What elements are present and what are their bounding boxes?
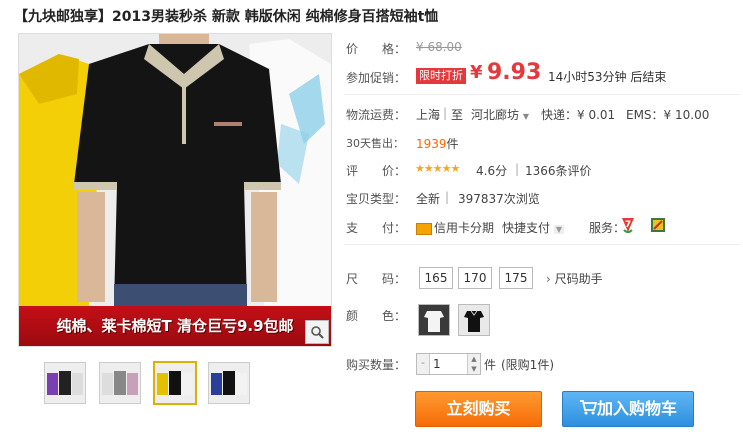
- express-fee: 快递：¥ 0.01: [541, 108, 616, 122]
- quantity-input[interactable]: 1: [430, 354, 472, 374]
- size-label: 尺 码：: [346, 272, 407, 286]
- svg-text:7: 7: [625, 220, 631, 230]
- product-photo: [19, 34, 331, 346]
- original-price: ¥ 68.00: [416, 40, 462, 54]
- quick-pay-text: 快捷支付: [502, 221, 551, 235]
- size-helper-text: 尺码助手: [554, 272, 603, 286]
- chevron-right-icon: ›: [546, 272, 551, 286]
- chevron-down-icon: ▼: [553, 225, 564, 234]
- promo-badge: 限时打折: [416, 68, 466, 84]
- ship-divider: |: [443, 106, 448, 120]
- item-type: 全新: [416, 192, 441, 206]
- rating-divider: |: [515, 162, 520, 176]
- countdown-text: 14小时53分钟 后结束: [548, 70, 667, 84]
- rating-stars: ★★★★★: [415, 162, 460, 175]
- promo-label: 参加促销：: [346, 71, 407, 85]
- size-option-175[interactable]: 175: [499, 267, 533, 289]
- promo-banner: 纯棉、莱卡棉短T 清仓巨亏9.9包邮: [19, 306, 331, 346]
- color-option-black[interactable]: [458, 304, 490, 336]
- buy-now-button[interactable]: 立刻购买: [415, 391, 542, 427]
- quantity-decrease-button[interactable]: -: [417, 354, 430, 374]
- quantity-label: 购买数量：: [346, 358, 407, 372]
- price-label: 价 格：: [346, 42, 407, 56]
- thumbnail-1[interactable]: [44, 362, 86, 404]
- quantity-stepper: - 1 ▲ ▼: [416, 353, 481, 375]
- quantity-limit: (限购1件): [501, 358, 554, 372]
- ems-fee: EMS：¥ 10.00: [626, 108, 710, 122]
- cart-icon: [579, 393, 598, 427]
- promo-price: 9.93: [487, 60, 542, 85]
- add-to-cart-label: 加入购物车: [596, 399, 677, 418]
- ship-from: 上海: [416, 108, 441, 122]
- credit-installment[interactable]: 信用卡分期: [416, 219, 494, 236]
- quantity-increase-button[interactable]: ▲ ▼: [467, 354, 480, 374]
- ship-to-prefix: 至: [451, 108, 464, 122]
- payment-label: 支 付：: [346, 221, 407, 235]
- size-option-170[interactable]: 170: [458, 267, 492, 289]
- type-label: 宝贝类型：: [346, 192, 407, 206]
- sold-count: 1939: [416, 137, 447, 151]
- quantity-unit: 件: [484, 358, 497, 372]
- guarantee-icon[interactable]: [651, 218, 665, 235]
- rating-label: 评 价：: [346, 164, 407, 178]
- shipping-label: 物流运费：: [346, 108, 407, 122]
- main-product-image[interactable]: 纯棉、莱卡棉短T 清仓巨亏9.9包邮: [18, 33, 332, 347]
- credit-card-icon: [416, 222, 432, 235]
- product-title: 【九块邮独享】2013男装秒杀 新款 韩版休闲 纯棉修身百搭短袖t恤: [14, 9, 439, 25]
- color-option-white[interactable]: [418, 304, 450, 336]
- seven-day-return-icon[interactable]: 7: [620, 216, 636, 237]
- thumbnail-4[interactable]: [208, 362, 250, 404]
- view-count: 397837次浏览: [458, 192, 540, 206]
- size-helper-link[interactable]: › 尺码助手: [546, 270, 603, 287]
- chevron-down-icon: ▼: [522, 112, 529, 121]
- sold-count-wrap: 1939件: [416, 135, 459, 152]
- sold-unit: 件: [446, 137, 459, 151]
- thumbnail-2[interactable]: [99, 362, 141, 404]
- reviews-link[interactable]: 1366条评价: [525, 162, 592, 179]
- quick-pay[interactable]: 快捷支付 ▼: [502, 219, 564, 236]
- divider: [344, 244, 740, 245]
- currency-symbol: ¥: [470, 62, 483, 83]
- size-option-165[interactable]: 165: [419, 267, 453, 289]
- rating-score: 4.6分: [476, 164, 508, 178]
- credit-installment-text: 信用卡分期: [434, 221, 495, 235]
- type-divider: |: [445, 190, 450, 204]
- sold-label: 30天售出：: [346, 137, 404, 150]
- divider: [344, 94, 740, 95]
- add-to-cart-button[interactable]: 加入购物车: [562, 391, 694, 427]
- ship-to-location[interactable]: 河北廊坊 ▼: [471, 106, 529, 123]
- magnifier-icon[interactable]: [305, 320, 329, 344]
- ship-to-text: 河北廊坊: [471, 108, 520, 122]
- thumbnail-3[interactable]: [153, 361, 197, 405]
- color-label: 颜 色：: [346, 309, 407, 323]
